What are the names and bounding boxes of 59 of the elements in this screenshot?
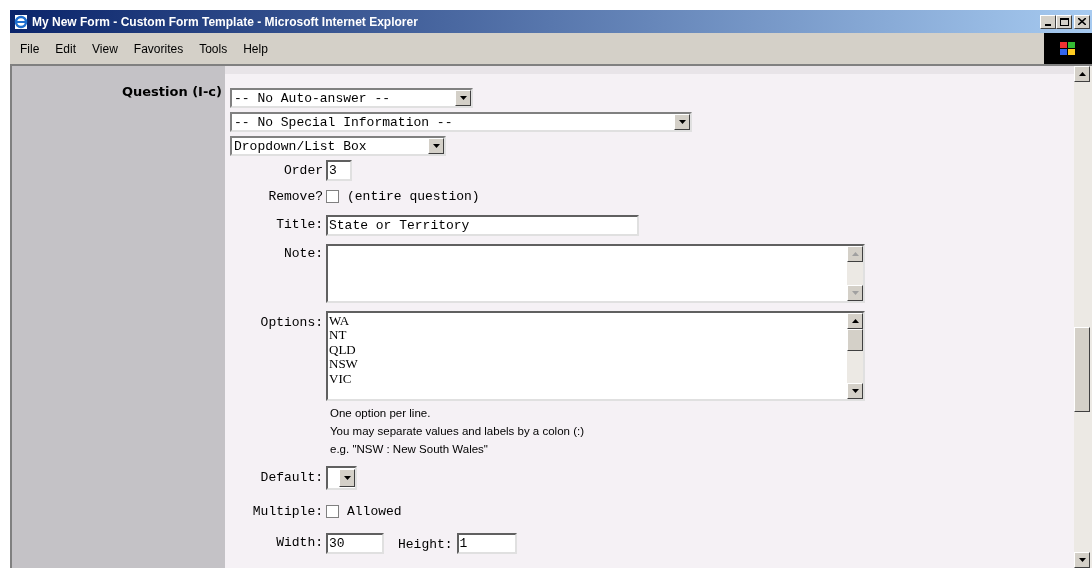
scroll-thumb[interactable]	[847, 328, 863, 351]
checkbox-label: Allowed	[347, 502, 402, 521]
help-text: e.g. "NSW : New South Wales"	[330, 441, 489, 457]
up-arrow-icon	[851, 318, 859, 323]
help-text: You may separate values and labels by a colon (:)	[330, 423, 585, 439]
scroll-up-button[interactable]	[847, 312, 863, 329]
field-label: Width:	[276, 534, 323, 553]
input-field[interactable]: 1	[456, 532, 517, 554]
field-label: Remove?	[268, 188, 323, 206]
input-field[interactable]: 30	[326, 532, 384, 554]
note-textarea[interactable]	[326, 243, 865, 303]
checkbox-label: (entire question)	[347, 188, 480, 206]
window-title: My New Form - Custom Form Template - Microsoft Internet Explorer	[32, 13, 419, 31]
field-label: Note:	[284, 244, 323, 263]
field-label: Default:	[260, 468, 323, 487]
menu-item[interactable]: Edit	[47, 39, 85, 58]
input-field[interactable]: State or Territory	[326, 214, 639, 236]
question-label: Question (I-c)	[121, 83, 222, 101]
scroll-down-button[interactable]	[847, 284, 863, 301]
down-arrow-icon	[1078, 558, 1086, 562]
menu-item[interactable]: File	[12, 39, 48, 58]
dropdown[interactable]: -- No Auto-answer --	[230, 88, 473, 108]
menu-item[interactable]: Tools	[191, 39, 236, 58]
scroll-up-button[interactable]	[1074, 66, 1090, 82]
scroll-down-button[interactable]	[1074, 552, 1090, 568]
menu-item[interactable]: Favorites	[125, 39, 192, 58]
field-label: Order	[284, 161, 323, 180]
scroll-down-button[interactable]	[847, 382, 863, 399]
caret-icon	[432, 144, 440, 148]
field-label: Height:	[398, 537, 453, 552]
menu-item[interactable]: Help	[235, 39, 276, 58]
caret-icon	[343, 475, 351, 480]
options-textarea[interactable]: WA NT QLD NSW VIC	[326, 310, 865, 401]
input-field[interactable]: 3	[326, 160, 352, 181]
field-label: Multiple:	[252, 502, 323, 521]
help-text: One option per line.	[330, 405, 432, 421]
down-arrow-icon	[851, 388, 859, 393]
dropdown[interactable]	[326, 465, 357, 490]
browser-icon	[13, 13, 29, 30]
close-icon	[1078, 18, 1086, 25]
up-arrow-icon	[1078, 72, 1086, 76]
close-button[interactable]	[1074, 14, 1090, 29]
scrollbar[interactable]	[1074, 66, 1092, 568]
dropdown[interactable]: -- No Special Information --	[230, 112, 692, 132]
caret-icon	[678, 120, 686, 124]
menu-item[interactable]: View	[84, 39, 126, 58]
down-arrow-icon	[851, 290, 859, 295]
dropdown[interactable]: Dropdown/List Box	[230, 136, 446, 156]
checkbox[interactable]	[326, 504, 339, 518]
scroll-thumb[interactable]	[1074, 327, 1090, 412]
windows-logo-icon	[1058, 39, 1078, 58]
caret-icon	[459, 96, 467, 100]
up-arrow-icon	[851, 251, 859, 256]
checkbox[interactable]	[326, 190, 339, 204]
minimize-button[interactable]	[1040, 14, 1056, 29]
field-label: Options:	[260, 313, 323, 332]
field-label: Title:	[276, 216, 323, 235]
maximize-button[interactable]	[1056, 14, 1072, 29]
scroll-up-button[interactable]	[847, 245, 863, 262]
